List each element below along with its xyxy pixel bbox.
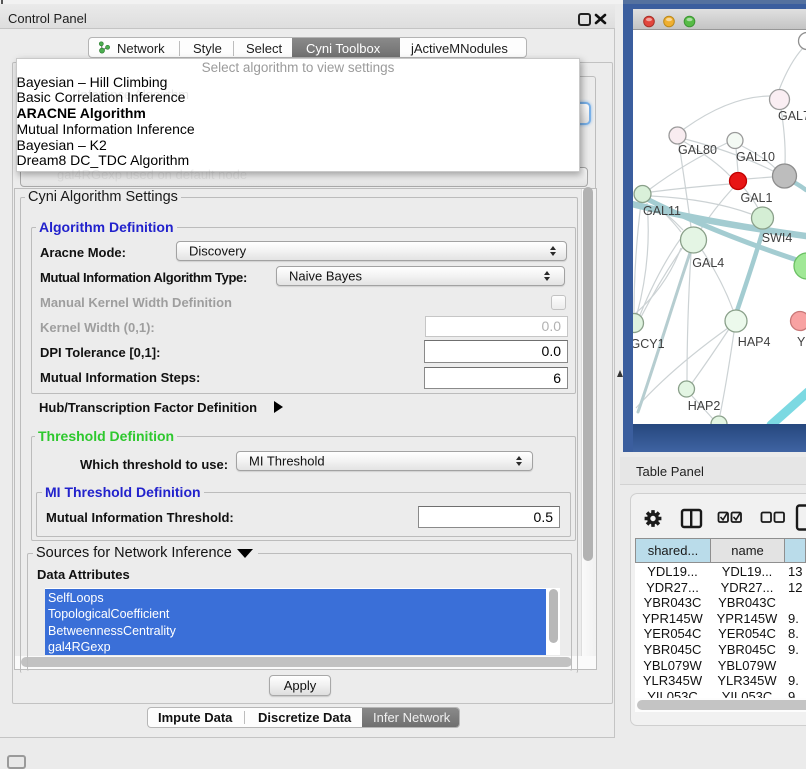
- svg-text:Y: Y: [797, 335, 806, 349]
- svg-text:GAL7: GAL7: [778, 109, 806, 123]
- svg-text:HAP2: HAP2: [688, 399, 721, 413]
- svg-text:SWI4: SWI4: [762, 231, 793, 245]
- svg-text:HAP4: HAP4: [738, 335, 771, 349]
- svg-text:GAL11: GAL11: [643, 204, 681, 218]
- svg-text:GAL4: GAL4: [692, 256, 724, 270]
- svg-text:GAL80: GAL80: [678, 143, 717, 157]
- svg-text:GCY1: GCY1: [633, 337, 665, 351]
- svg-text:GAL10: GAL10: [736, 150, 775, 164]
- svg-text:GAL1: GAL1: [741, 191, 773, 205]
